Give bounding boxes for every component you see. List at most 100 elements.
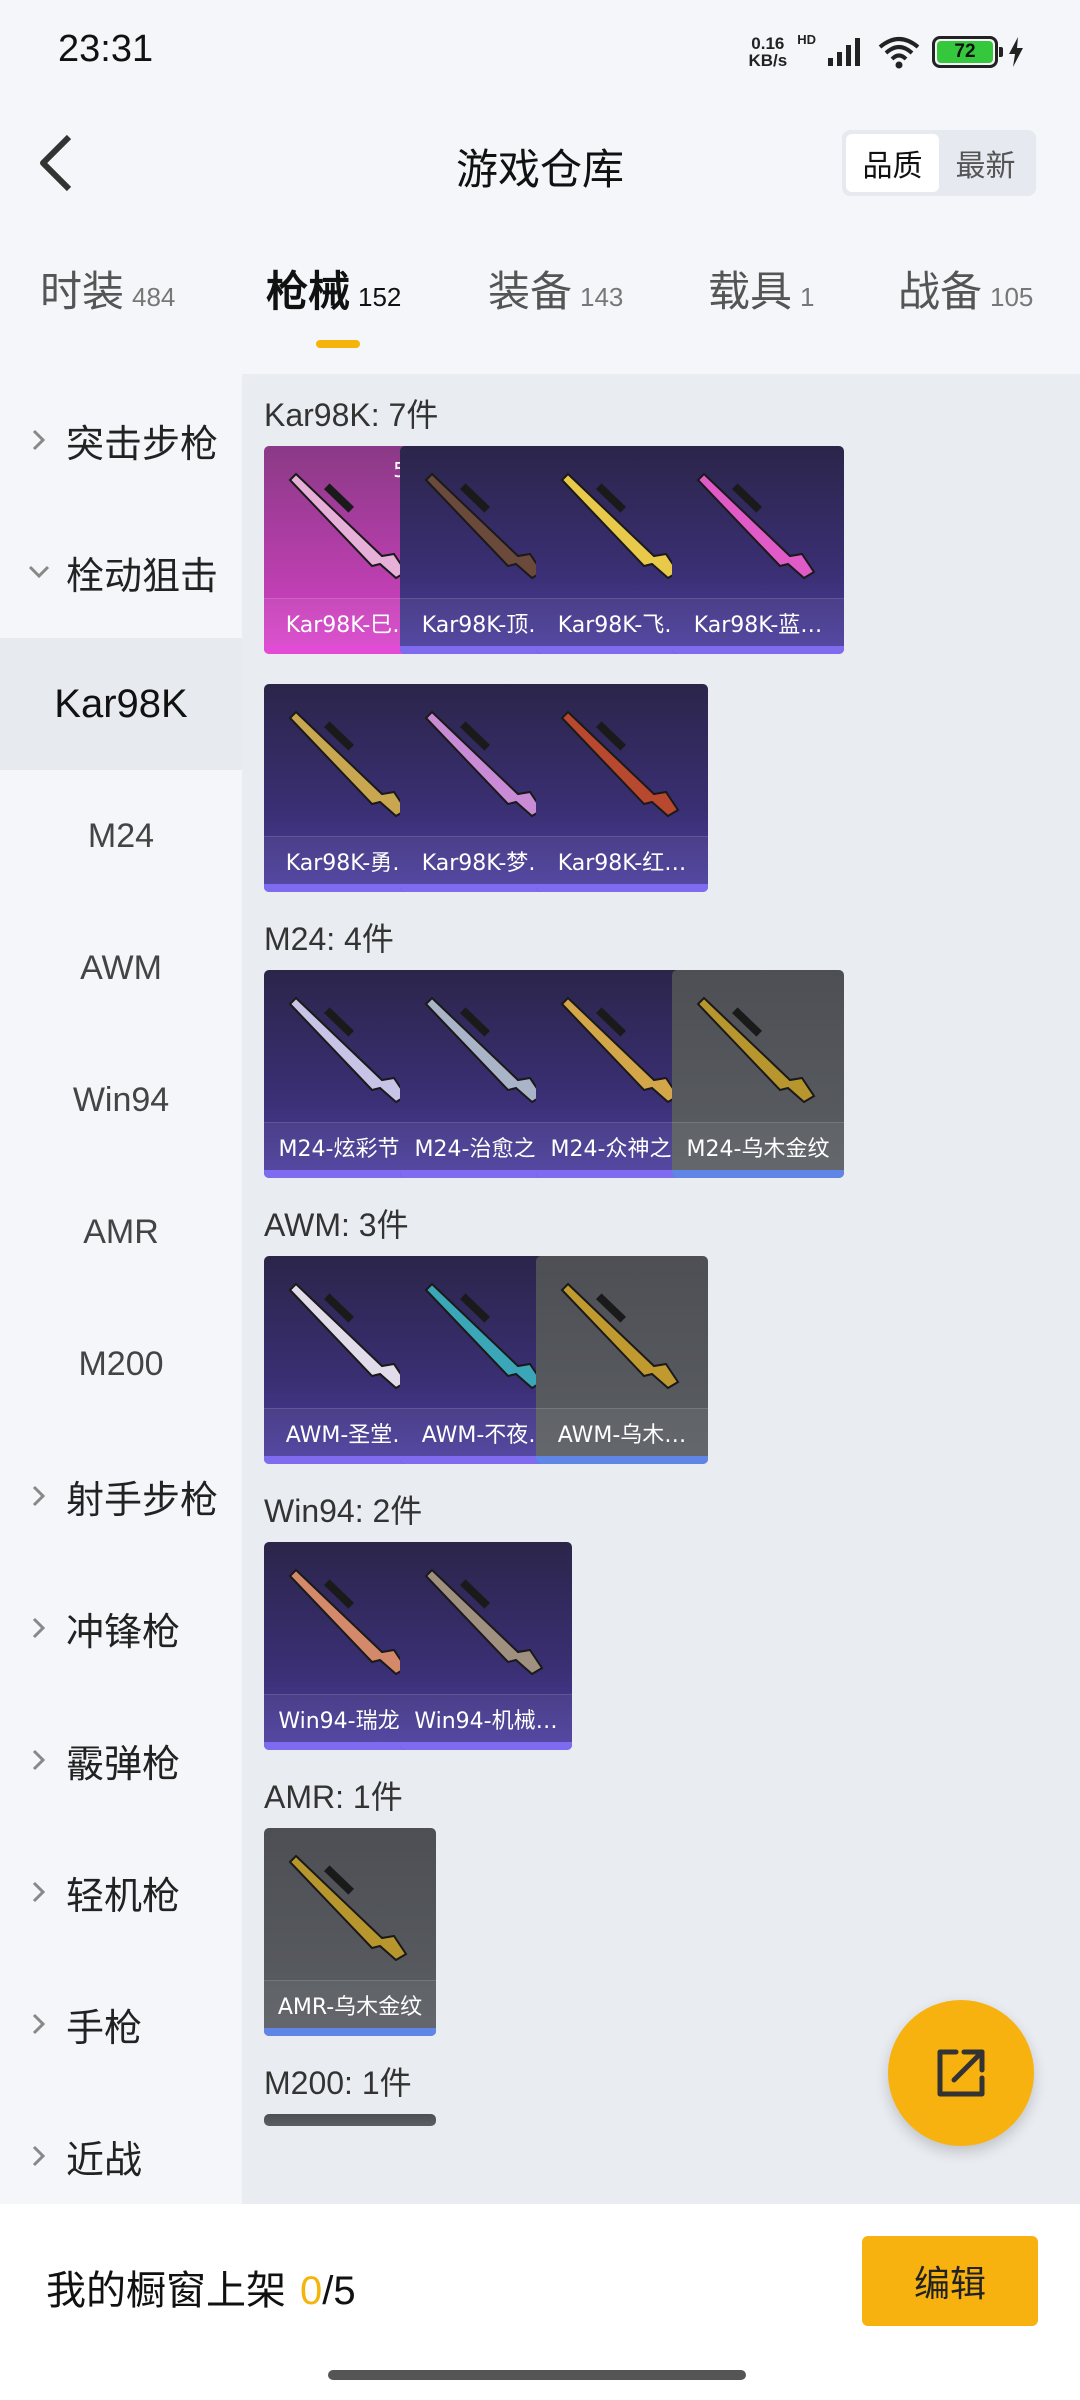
item-card[interactable]: Kar98K-红… [536,684,708,892]
battery-level: 72 [937,41,993,63]
tab-label: 战备 [898,267,983,316]
tab-label: 装备 [488,267,573,316]
rifle-icon [288,1282,408,1390]
sort-toggle: 品质 最新 [842,130,1036,196]
item-grid: Kar98K: 7件5级Kar98K-巳…Kar98K-顶…Kar98K-飞…K… [242,374,1080,2204]
sidebar-item-label: 手枪 [66,2005,143,2050]
sidebar-item-m24[interactable]: M24 [0,770,242,902]
group-title: AMR: 1件 [264,1779,403,1815]
network-speed-value: 0.16 [751,34,785,53]
item-card[interactable]: M24-乌木金纹 [672,970,844,1178]
chevron-right-icon [22,1743,56,1777]
sidebar-item-m200[interactable]: M200 [0,1298,242,1430]
chevron-right-icon [22,1611,56,1645]
tab-count: 105 [990,282,1034,312]
sidebar-item-bolt-sniper[interactable]: 栓动狙击 [0,506,242,638]
sidebar-item-label: 霰弹枪 [66,1741,181,1786]
rarity-bar [672,1170,844,1178]
sidebar-item-label: 近战 [66,2137,143,2182]
tab-firearms[interactable]: 枪械 152 [266,258,401,319]
showcase-total-count: /5 [322,2269,356,2313]
tab-combat-gear[interactable]: 战备 105 [898,258,1033,319]
active-tab-indicator [316,340,360,348]
home-indicator[interactable] [328,2370,746,2380]
chevron-right-icon [22,423,56,457]
chevron-right-icon [22,2139,56,2173]
tab-vehicles[interactable]: 载具 1 [708,258,814,319]
item-card[interactable]: Kar98K-蓝… [672,446,844,654]
header: 游戏仓库 品质 最新 [0,110,1080,220]
signal-icon [828,38,860,66]
rarity-bar [672,646,844,654]
edit-button[interactable]: 编辑 [862,2236,1038,2326]
rarity-bar [400,1742,572,1750]
rifle-icon [288,710,408,818]
item-name: Win94-机械… [400,1694,572,1742]
rifle-icon [288,1854,408,1962]
rifle-icon [424,1282,544,1390]
sidebar-item-awm[interactable]: AWM [0,902,242,1034]
rarity-bar [536,884,708,892]
network-speed-unit: KB/s [748,51,788,70]
chevron-right-icon [22,2007,56,2041]
charging-icon [1009,37,1023,67]
rifle-icon [424,710,544,818]
tab-label: 载具 [708,267,793,316]
item-name: Kar98K-红… [536,836,708,884]
group-title: Kar98K: 7件 [264,397,439,433]
weapon-type-sidebar: 突击步枪 栓动狙击 Kar98K M24 AWM Win94 AMR M200 … [0,374,242,2204]
sidebar-item-pistol[interactable]: 手枪 [0,1958,242,2090]
group-title: M200: 1件 [264,2065,412,2101]
rifle-icon [424,1568,544,1676]
share-external-icon [937,2049,985,2097]
sidebar-item-label: 突击步枪 [66,421,219,466]
bottom-bar: 我的橱窗上架 0 /5 编辑 [0,2204,1080,2400]
rarity-bar [536,1456,708,1464]
showcase-label: 我的橱窗上架 [46,2268,286,2314]
sidebar-item-smg[interactable]: 冲锋枪 [0,1562,242,1694]
rifle-icon [560,996,680,1104]
sidebar-item-marksman-rifle[interactable]: 射手步枪 [0,1430,242,1562]
sort-option-newest[interactable]: 最新 [939,134,1032,192]
tab-count: 152 [358,282,402,312]
status-time: 23:31 [58,28,154,70]
item-card[interactable]: Win94-机械… [400,1542,572,1750]
sidebar-item-label: 轻机枪 [66,1873,181,1918]
tab-label: 枪械 [266,267,351,316]
item-name: Kar98K-蓝… [672,598,844,646]
item-card[interactable]: AMR-乌木金纹 [264,1828,436,2036]
tab-fashion[interactable]: 时装 484 [40,258,175,319]
tab-count: 1 [800,282,815,312]
tab-equipment[interactable]: 装备 143 [488,258,623,319]
status-bar: 23:31 0.16 KB/s HD 72 [0,0,1080,100]
group-title: M24: 4件 [264,921,394,957]
showcase-current-count: 0 [300,2269,323,2313]
sort-option-quality[interactable]: 品质 [846,134,939,192]
item-card[interactable]: AWM-乌木… [536,1256,708,1464]
item-name: AWM-乌木… [536,1408,708,1456]
wifi-icon [878,37,920,69]
rifle-icon [560,710,680,818]
sidebar-item-win94[interactable]: Win94 [0,1034,242,1166]
sidebar-item-amr[interactable]: AMR [0,1166,242,1298]
showcase-status: 我的橱窗上架 0 /5 [46,2258,356,2316]
sidebar-item-label: 射手步枪 [66,1477,219,1522]
sidebar-item-shotgun[interactable]: 霰弹枪 [0,1694,242,1826]
rifle-icon [424,996,544,1104]
tab-count: 143 [580,282,624,312]
sidebar-item-lmg[interactable]: 轻机枪 [0,1826,242,1958]
share-button[interactable] [888,2000,1034,2146]
rarity-bar [264,2028,436,2036]
sidebar-item-melee[interactable]: 近战 [0,2090,242,2222]
item-card[interactable] [264,2114,436,2126]
sidebar-item-label: 冲锋枪 [66,1609,181,1654]
sidebar-item-label: 栓动狙击 [66,553,219,598]
sidebar-item-assault-rifle[interactable]: 突击步枪 [0,374,242,506]
tab-count: 484 [132,282,176,312]
rifle-icon [560,472,680,580]
battery-icon: 72 [932,36,1003,68]
sidebar-item-kar98k[interactable]: Kar98K [0,638,242,770]
group-title: AWM: 3件 [264,1207,409,1243]
item-name: AMR-乌木金纹 [264,1980,436,2028]
chevron-right-icon [22,1479,56,1513]
